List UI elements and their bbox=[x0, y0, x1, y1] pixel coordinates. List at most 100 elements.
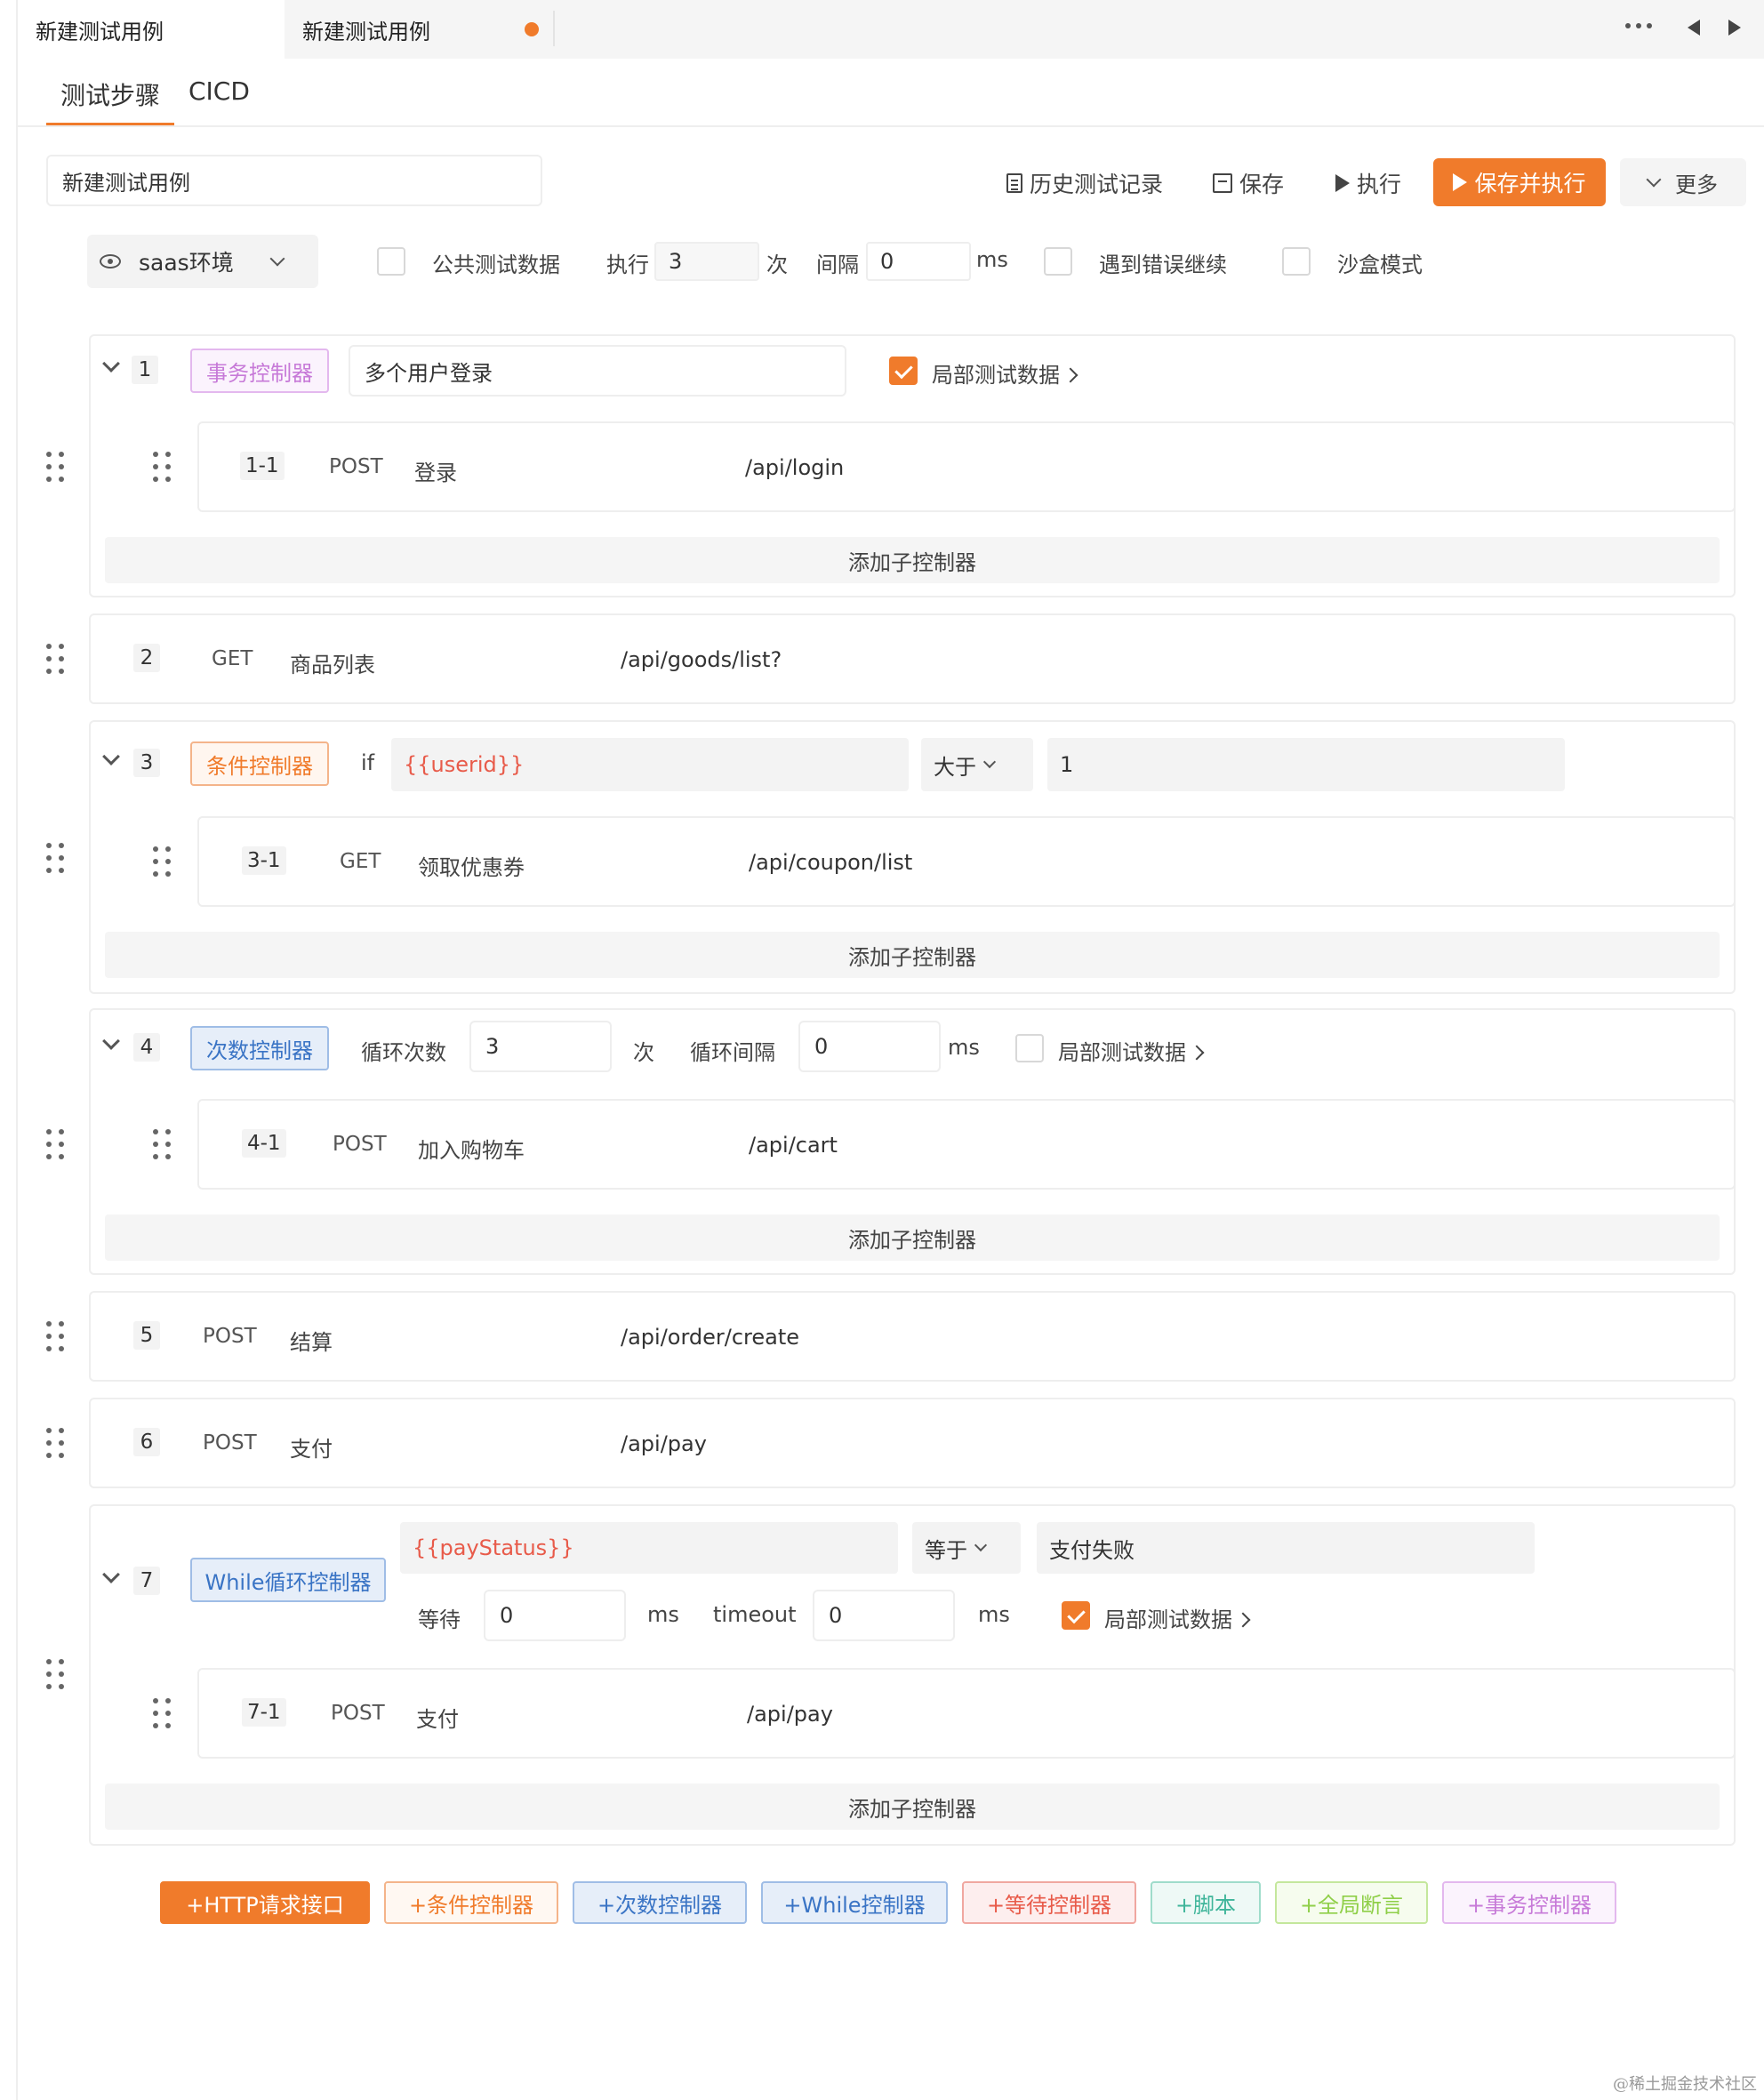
step-number: 3-1 bbox=[242, 846, 286, 875]
drag-handle-icon[interactable] bbox=[153, 1698, 171, 1728]
http-method: POST bbox=[333, 1133, 387, 1156]
unsaved-dot-icon bbox=[525, 22, 539, 36]
step-card-5[interactable] bbox=[89, 1291, 1736, 1382]
wait-input[interactable]: 0 bbox=[484, 1590, 626, 1641]
case-name-input[interactable]: 新建测试用例 bbox=[46, 155, 542, 206]
operator-value: 大于 bbox=[934, 754, 976, 780]
chevron-down-icon bbox=[1646, 172, 1662, 188]
chevron-down-icon bbox=[982, 755, 997, 769]
tab-test-steps[interactable]: 测试步骤 bbox=[60, 76, 160, 112]
continue-on-error-checkbox[interactable] bbox=[1044, 247, 1072, 276]
tab-separator bbox=[553, 11, 555, 46]
condition-value-input[interactable]: 1 bbox=[1047, 738, 1565, 791]
while-value-input[interactable]: 支付失败 bbox=[1037, 1522, 1535, 1574]
local-data-link[interactable]: 局部测试数据 bbox=[1058, 1035, 1205, 1066]
drag-handle-icon[interactable] bbox=[46, 843, 64, 873]
save-label: 保存 bbox=[1239, 172, 1285, 197]
run-button[interactable]: 执行 bbox=[1335, 167, 1401, 199]
step-number: 7 bbox=[133, 1567, 160, 1595]
add-http-request-button[interactable]: +HTTP请求接口 bbox=[160, 1881, 370, 1924]
add-child-button[interactable]: 添加子控制器 bbox=[105, 932, 1720, 978]
loop-interval-label: 循环间隔 bbox=[690, 1040, 775, 1065]
drag-handle-icon[interactable] bbox=[153, 846, 171, 877]
tab-label: 新建测试用例 bbox=[36, 20, 164, 44]
more-tabs-icon[interactable] bbox=[1625, 23, 1652, 28]
add-child-button[interactable]: 添加子控制器 bbox=[105, 1214, 1720, 1261]
add-condition-controller-button[interactable]: +条件控制器 bbox=[384, 1881, 558, 1924]
public-data-label: 公共测试数据 bbox=[432, 252, 560, 277]
count-controller-tag: 次数控制器 bbox=[190, 1026, 329, 1070]
drag-handle-icon[interactable] bbox=[153, 1129, 171, 1159]
add-wait-controller-button[interactable]: +等待控制器 bbox=[962, 1881, 1136, 1924]
watermark: @稀土掘金技术社区 bbox=[1613, 2075, 1757, 2094]
drag-handle-icon[interactable] bbox=[46, 644, 64, 674]
local-data-link[interactable]: 局部测试数据 bbox=[1104, 1602, 1251, 1633]
eye-icon bbox=[100, 254, 121, 269]
interval-input[interactable]: 0 bbox=[866, 242, 971, 281]
local-data-checkbox[interactable] bbox=[1015, 1034, 1044, 1062]
http-method: GET bbox=[212, 647, 253, 670]
loop-interval-input[interactable]: 0 bbox=[798, 1021, 941, 1072]
condition-controller-tag: 条件控制器 bbox=[190, 741, 329, 786]
http-method: POST bbox=[203, 1431, 257, 1455]
transaction-name-input[interactable]: 多个用户登录 bbox=[349, 345, 846, 397]
tab-unsaved[interactable]: 新建测试用例 bbox=[285, 0, 551, 59]
step-number: 4-1 bbox=[242, 1129, 286, 1158]
add-count-controller-button[interactable]: +次数控制器 bbox=[573, 1881, 747, 1924]
step-name: 加入购物车 bbox=[418, 1138, 525, 1163]
step-number: 3 bbox=[133, 749, 160, 777]
more-button[interactable]: 更多 bbox=[1620, 158, 1746, 206]
add-transaction-controller-button[interactable]: +事务控制器 bbox=[1442, 1881, 1616, 1924]
http-method: POST bbox=[329, 455, 383, 478]
local-data-link[interactable]: 局部测试数据 bbox=[932, 357, 1078, 389]
save-button[interactable]: 保存 bbox=[1213, 167, 1284, 199]
step-number: 1 bbox=[132, 356, 158, 384]
add-script-button[interactable]: +脚本 bbox=[1151, 1881, 1261, 1924]
step-card-6[interactable] bbox=[89, 1398, 1736, 1488]
interval-label: 间隔 bbox=[816, 252, 859, 277]
operator-select[interactable]: 等于 bbox=[912, 1522, 1021, 1574]
interval-unit: ms bbox=[976, 247, 1008, 272]
scroll-left-icon[interactable] bbox=[1688, 20, 1700, 36]
local-data-checkbox[interactable] bbox=[889, 357, 918, 385]
while-variable-input[interactable]: {{payStatus}} bbox=[400, 1522, 898, 1574]
add-child-button[interactable]: 添加子控制器 bbox=[105, 1783, 1720, 1830]
drag-handle-icon[interactable] bbox=[46, 1659, 64, 1689]
operator-select[interactable]: 大于 bbox=[921, 738, 1033, 791]
save-and-run-button[interactable]: 保存并执行 bbox=[1433, 158, 1606, 206]
exec-times-input[interactable]: 3 bbox=[654, 242, 759, 281]
add-while-controller-button[interactable]: +While控制器 bbox=[761, 1881, 948, 1924]
wait-unit: ms bbox=[647, 1602, 679, 1627]
step-name: 登录 bbox=[414, 461, 457, 485]
drag-handle-icon[interactable] bbox=[153, 452, 171, 482]
drag-handle-icon[interactable] bbox=[46, 452, 64, 482]
scroll-right-icon[interactable] bbox=[1728, 20, 1741, 36]
tab-cicd[interactable]: CICD bbox=[188, 76, 250, 106]
http-method: GET bbox=[340, 850, 381, 873]
environment-select[interactable]: saas环境 bbox=[87, 235, 318, 288]
timeout-input[interactable]: 0 bbox=[813, 1590, 955, 1641]
history-button[interactable]: 历史测试记录 bbox=[1006, 167, 1163, 199]
transaction-controller-tag: 事务控制器 bbox=[190, 349, 329, 393]
drag-handle-icon[interactable] bbox=[46, 1129, 64, 1159]
step-number: 1-1 bbox=[240, 452, 285, 480]
condition-variable-input[interactable]: {{userid}} bbox=[391, 738, 909, 791]
sandbox-checkbox[interactable] bbox=[1282, 247, 1311, 276]
chevron-right-icon bbox=[1062, 367, 1078, 383]
drag-handle-icon[interactable] bbox=[46, 1321, 64, 1351]
loop-count-label: 循环次数 bbox=[361, 1040, 446, 1065]
local-data-checkbox[interactable] bbox=[1062, 1601, 1090, 1630]
operator-value: 等于 bbox=[925, 1537, 967, 1563]
local-data-label: 局部测试数据 bbox=[1104, 1607, 1232, 1632]
save-and-run-label: 保存并执行 bbox=[1474, 171, 1586, 196]
tab-active[interactable]: 新建测试用例 bbox=[18, 0, 285, 59]
add-global-assertion-button[interactable]: +全局断言 bbox=[1275, 1881, 1428, 1924]
add-child-button[interactable]: 添加子控制器 bbox=[105, 537, 1720, 583]
public-data-checkbox[interactable] bbox=[377, 247, 405, 276]
left-border bbox=[16, 0, 18, 2100]
loop-count-input[interactable]: 3 bbox=[469, 1021, 612, 1072]
drag-handle-icon[interactable] bbox=[46, 1428, 64, 1458]
api-path: /api/cart bbox=[749, 1133, 838, 1158]
run-label: 执行 bbox=[1357, 172, 1402, 197]
step-number: 7-1 bbox=[242, 1698, 286, 1727]
